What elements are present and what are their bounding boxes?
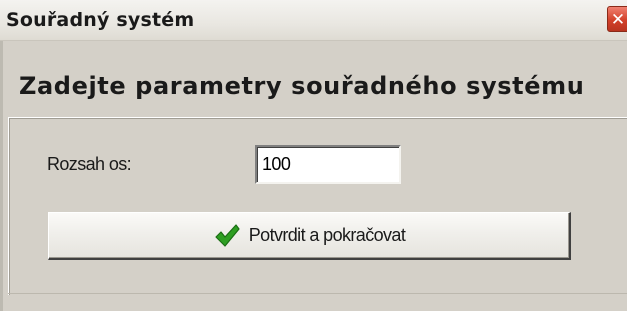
- window-title: Souřadný systém: [6, 9, 195, 31]
- confirm-continue-button[interactable]: Potvrdit a pokračovat: [48, 212, 571, 260]
- dialog-window: Souřadný systém ✕ Zadejte parametry souř…: [0, 0, 627, 311]
- confirm-button-label: Potvrdit a pokračovat: [248, 225, 406, 245]
- panel-divider: [8, 293, 627, 294]
- dialog-heading: Zadejte parametry souřadného systému: [19, 72, 585, 100]
- axis-range-label: Rozsah os:: [47, 154, 132, 174]
- axis-range-input[interactable]: [255, 145, 401, 184]
- checkmark-icon: [215, 223, 240, 247]
- close-button[interactable]: ✕: [607, 6, 627, 32]
- title-bar[interactable]: Souřadný systém ✕: [0, 0, 627, 41]
- close-icon: ✕: [610, 10, 626, 30]
- parameters-panel: [8, 117, 627, 295]
- window-frame-left: [0, 41, 3, 311]
